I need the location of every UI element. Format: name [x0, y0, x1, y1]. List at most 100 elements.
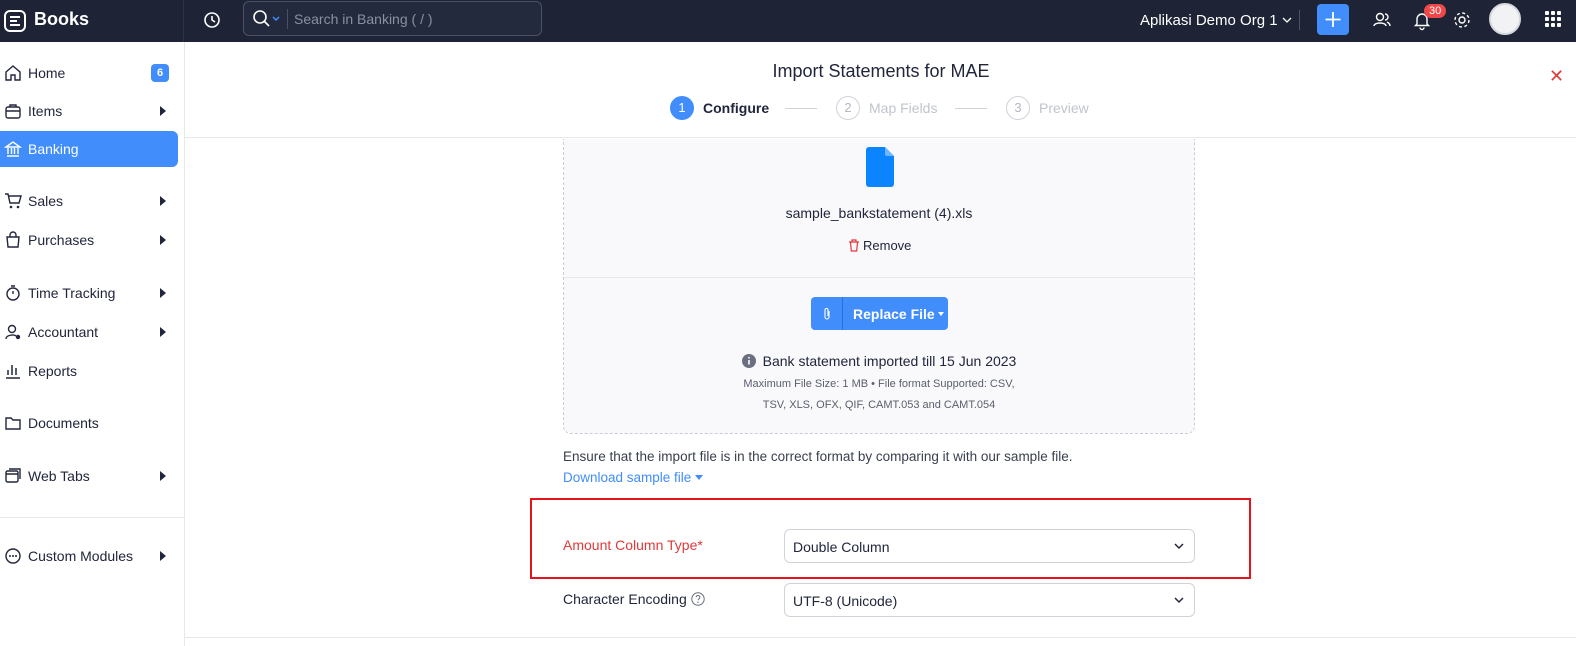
- import-status: Bank statement imported till 15 Jun 2023: [564, 353, 1194, 369]
- stopwatch-icon: [6, 285, 20, 301]
- file-limits: Maximum File Size: 1 MB • File format Su…: [564, 374, 1194, 416]
- close-icon[interactable]: ✕: [1549, 66, 1564, 87]
- download-sample-link[interactable]: Download sample file: [563, 470, 704, 485]
- remove-label: Remove: [863, 238, 912, 253]
- character-encoding-field-label: Character Encoding: [563, 591, 705, 607]
- header-divider: [1299, 10, 1300, 30]
- sidebar-item-label: Items: [28, 103, 63, 119]
- uploaded-file-name: sample_bankstatement (4).xls: [785, 205, 973, 221]
- file-limits-line: Maximum File Size: 1 MB • File format Su…: [743, 378, 1015, 390]
- sidebar-item-accountant[interactable]: Accountant: [0, 314, 178, 350]
- sidebar-item-sales[interactable]: Sales: [0, 183, 178, 219]
- step-configure: 1 Configure: [670, 96, 769, 120]
- folder-icon: [5, 417, 21, 430]
- sidebar-item-purchases[interactable]: Purchases: [0, 222, 178, 258]
- expand-arrow-icon: [160, 288, 166, 298]
- sidebar-item-label: Accountant: [28, 324, 99, 340]
- sidebar-item-documents[interactable]: Documents: [0, 405, 178, 441]
- footer-divider: [185, 637, 1576, 638]
- caret-down-icon: [695, 475, 704, 480]
- page-title: Import Statements for MAE: [772, 61, 990, 81]
- remove-file-button[interactable]: Remove: [848, 238, 911, 253]
- expand-arrow-icon: [160, 235, 166, 245]
- sidebar-item-banking[interactable]: Banking: [0, 131, 178, 167]
- sidebar-item-home[interactable]: Home 6: [0, 55, 178, 91]
- sidebar-item-label: Banking: [28, 141, 79, 157]
- character-encoding-label: Character Encoding: [563, 591, 687, 607]
- amount-column-type-select[interactable]: Double Column: [784, 529, 1195, 563]
- users-icon[interactable]: [1371, 9, 1393, 31]
- file-icon: [866, 147, 894, 187]
- chevron-down-icon: [1174, 597, 1184, 604]
- sidebar-item-time-tracking[interactable]: Time Tracking: [0, 275, 178, 311]
- amount-column-type-label: Amount Column Type*: [563, 537, 703, 553]
- expand-arrow-icon: [160, 327, 166, 337]
- home-badge: 6: [151, 64, 169, 82]
- expand-arrow-icon: [160, 196, 166, 206]
- step-number: 3: [1006, 96, 1030, 120]
- expand-arrow-icon: [160, 471, 166, 481]
- recent-history-icon[interactable]: [202, 10, 222, 30]
- help-icon[interactable]: [691, 592, 705, 606]
- step-label: Map Fields: [869, 100, 938, 116]
- sidebar-item-label: Custom Modules: [28, 548, 134, 564]
- character-encoding-select[interactable]: UTF-8 (Unicode): [784, 583, 1195, 617]
- search-icon[interactable]: [252, 9, 282, 29]
- sidebar-item-label: Sales: [28, 193, 64, 209]
- select-value: UTF-8 (Unicode): [793, 593, 898, 609]
- page-header: Import Statements for MAE ✕ 1 Configure …: [185, 42, 1576, 138]
- sidebar-item-items[interactable]: Items: [0, 93, 178, 129]
- sidebar-item-label: Time Tracking: [28, 285, 116, 301]
- replace-file-button[interactable]: Replace File: [811, 297, 948, 330]
- file-limits-line: TSV, XLS, OFX, QIF, CAMT.053 and CAMT.05…: [762, 399, 996, 411]
- uploaded-file-panel: sample_bankstatement (4).xls Remove: [564, 139, 1194, 278]
- step-label: Configure: [703, 100, 770, 116]
- accountant-icon: [5, 324, 21, 340]
- sidebar: Home 6 Items Banking Sales Purchases Tim…: [0, 42, 185, 646]
- search-divider: [287, 9, 288, 29]
- bag-icon: [6, 231, 20, 248]
- items-icon: [5, 104, 21, 119]
- gear-icon[interactable]: [1451, 9, 1473, 31]
- step-number: 2: [836, 96, 860, 120]
- reports-icon: [6, 365, 20, 379]
- sidebar-item-label: Reports: [28, 363, 78, 379]
- app-name: Books: [34, 9, 90, 29]
- sidebar-item-web-tabs[interactable]: Web Tabs: [0, 458, 178, 494]
- step-connector: [955, 108, 987, 109]
- books-logo-icon: [4, 10, 26, 32]
- sidebar-item-label: Home: [28, 65, 66, 81]
- step-label: Preview: [1039, 100, 1089, 116]
- org-name: Aplikasi Demo Org 1: [1140, 12, 1278, 29]
- info-icon: [741, 354, 756, 368]
- search-bar[interactable]: [243, 1, 542, 36]
- plus-icon: [1325, 12, 1341, 27]
- paperclip-icon: [811, 297, 843, 330]
- sidebar-item-label: Documents: [28, 415, 99, 431]
- sidebar-item-label: Web Tabs: [28, 468, 90, 484]
- replace-file-label: Replace File: [853, 305, 935, 322]
- home-icon: [5, 65, 21, 81]
- import-status-text: Bank statement imported till 15 Jun 2023: [762, 353, 1017, 369]
- sidebar-item-reports[interactable]: Reports: [0, 353, 178, 389]
- step-number: 1: [670, 96, 694, 120]
- brand[interactable]: Books: [0, 0, 184, 42]
- apps-grid-icon[interactable]: [1544, 10, 1562, 28]
- quick-create-button[interactable]: [1317, 4, 1349, 35]
- sidebar-item-label: Purchases: [28, 232, 95, 248]
- select-value: Double Column: [793, 539, 890, 555]
- web-tabs-icon: [5, 468, 21, 483]
- step-preview: 3 Preview: [1006, 96, 1089, 120]
- top-bar: Books Aplikasi Demo Org 1 30: [0, 0, 1576, 42]
- download-sample-label: Download sample file: [563, 470, 692, 485]
- chevron-down-icon: [1174, 543, 1184, 550]
- step-connector: [785, 108, 817, 109]
- search-input[interactable]: [294, 10, 534, 28]
- file-upload-area: sample_bankstatement (4).xls Remove Repl…: [563, 139, 1195, 434]
- org-switcher[interactable]: Aplikasi Demo Org 1: [1140, 12, 1292, 29]
- avatar[interactable]: [1489, 3, 1521, 35]
- chevron-down-icon: [1282, 17, 1292, 23]
- notification-badge: 30: [1424, 4, 1447, 18]
- sidebar-item-custom-modules[interactable]: Custom Modules: [0, 538, 178, 574]
- caret-down-icon: [937, 311, 944, 316]
